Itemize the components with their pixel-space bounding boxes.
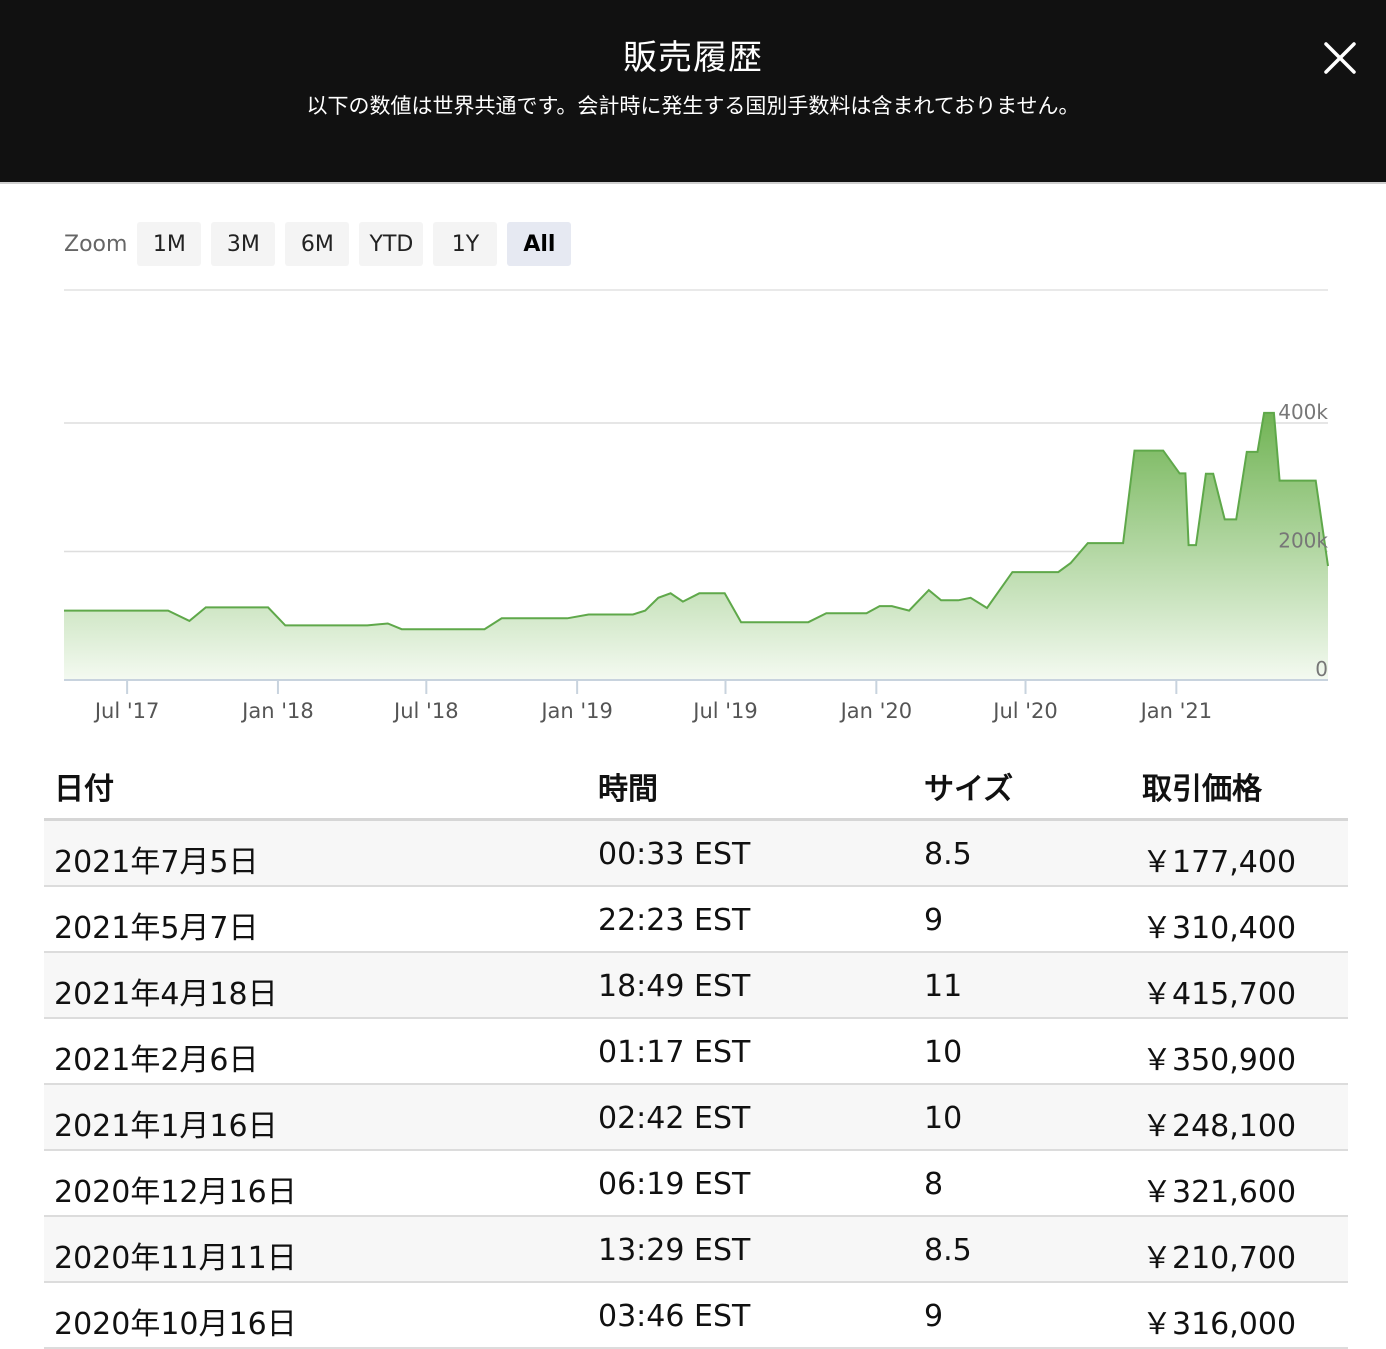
cell-size: 9 bbox=[924, 903, 944, 938]
zoom-6m-button[interactable]: 6M bbox=[285, 222, 350, 266]
cell-price: ￥321,600 bbox=[1142, 1175, 1297, 1210]
x-tick-label: Jan '21 bbox=[1139, 699, 1213, 723]
zoom-3m-button[interactable]: 3M bbox=[211, 222, 276, 266]
cell-date: 2021年5月7日 bbox=[54, 911, 259, 946]
cell-time: 02:42 EST bbox=[598, 1101, 751, 1136]
table-header: 日付 時間 サイズ 取引価格 bbox=[44, 750, 1348, 821]
cell-time: 18:49 EST bbox=[598, 969, 751, 1004]
cell-time: 22:23 EST bbox=[598, 903, 751, 938]
zoom-1m-button[interactable]: 1M bbox=[137, 222, 202, 266]
table-row: 2020年11月11日 13:29 EST 8.5 ￥210,700 bbox=[44, 1217, 1348, 1283]
column-header-date: 日付 bbox=[54, 772, 114, 807]
cell-size: 8.5 bbox=[924, 837, 972, 872]
zoom-1y-button[interactable]: 1Y bbox=[433, 222, 498, 266]
cell-size: 10 bbox=[924, 1035, 963, 1070]
zoom-all-button[interactable]: All bbox=[507, 222, 572, 266]
cell-time: 01:17 EST bbox=[598, 1035, 751, 1070]
x-tick-label: Jul '17 bbox=[93, 699, 160, 723]
cell-time: 00:33 EST bbox=[598, 837, 751, 872]
cell-time: 06:19 EST bbox=[598, 1167, 751, 1202]
cell-date: 2020年10月16日 bbox=[54, 1307, 297, 1342]
cell-size: 9 bbox=[924, 1299, 944, 1334]
cell-price: ￥310,400 bbox=[1142, 911, 1297, 946]
table-row: 2021年4月18日 18:49 EST 11 ￥415,700 bbox=[44, 953, 1348, 1019]
cell-size: 10 bbox=[924, 1101, 963, 1136]
table-row: 2020年10月16日 03:46 EST 9 ￥316,000 bbox=[44, 1283, 1348, 1349]
cell-date: 2021年1月16日 bbox=[54, 1109, 278, 1144]
cell-date: 2021年4月18日 bbox=[54, 977, 278, 1012]
cell-date: 2021年7月5日 bbox=[54, 845, 259, 880]
y-tick-label: 0 bbox=[1315, 657, 1328, 681]
table-row: 2021年7月5日 00:33 EST 8.5 ￥177,400 bbox=[44, 821, 1348, 887]
cell-size: 8 bbox=[924, 1167, 944, 1202]
zoom-label: Zoom bbox=[64, 231, 128, 257]
cell-price: ￥350,900 bbox=[1142, 1043, 1297, 1078]
modal-header: 販売履歴 以下の数値は世界共通です。会計時に発生する国別手数料は含まれておりませ… bbox=[0, 0, 1386, 184]
column-header-size: サイズ bbox=[924, 772, 1014, 807]
cell-size: 11 bbox=[924, 969, 963, 1004]
table-row: 2021年1月16日 02:42 EST 10 ￥248,100 bbox=[44, 1085, 1348, 1151]
cell-date: 2021年2月6日 bbox=[54, 1043, 259, 1078]
x-tick-label: Jan '20 bbox=[839, 699, 913, 723]
cell-size: 8.5 bbox=[924, 1233, 972, 1268]
cell-date: 2020年11月11日 bbox=[54, 1241, 297, 1276]
y-tick-label: 400k bbox=[1278, 400, 1328, 424]
modal-title: 販売履歴 bbox=[623, 38, 763, 78]
column-header-time: 時間 bbox=[598, 772, 658, 807]
cell-time: 03:46 EST bbox=[598, 1299, 751, 1334]
price-area bbox=[64, 412, 1328, 680]
x-tick-label: Jan '18 bbox=[240, 699, 314, 723]
cell-time: 13:29 EST bbox=[598, 1233, 751, 1268]
zoom-ytd-button[interactable]: YTD bbox=[359, 222, 424, 266]
close-button[interactable] bbox=[1318, 36, 1362, 80]
zoom-controls: Zoom 1M 3M 6M YTD 1Y All bbox=[64, 222, 581, 266]
table-row: 2021年2月6日 01:17 EST 10 ￥350,900 bbox=[44, 1019, 1348, 1085]
table-body: 2021年7月5日 00:33 EST 8.5 ￥177,400 2021年5月7日 22… bbox=[44, 821, 1348, 1349]
x-tick-label: Jan '19 bbox=[539, 699, 613, 723]
cell-price: ￥248,100 bbox=[1142, 1109, 1297, 1144]
modal-subtitle: 以下の数値は世界共通です。会計時に発生する国別手数料は含まれておりません。 bbox=[306, 94, 1080, 118]
x-tick-label: Jul '19 bbox=[691, 699, 758, 723]
close-icon bbox=[1324, 42, 1356, 74]
y-tick-label: 200k bbox=[1278, 529, 1328, 553]
x-tick-label: Jul '20 bbox=[991, 699, 1058, 723]
cell-price: ￥177,400 bbox=[1142, 845, 1297, 880]
cell-date: 2020年12月16日 bbox=[54, 1175, 297, 1210]
cell-price: ￥316,000 bbox=[1142, 1307, 1297, 1342]
sales-history-chart[interactable]: Jul '17 Jan '18 Jul '18 Jan '19 Jul '19 Jan '… bbox=[0, 280, 1386, 740]
cell-price: ￥210,700 bbox=[1142, 1241, 1297, 1276]
column-header-price: 取引価格 bbox=[1142, 772, 1262, 807]
table-row: 2021年5月7日 22:23 EST 9 ￥310,400 bbox=[44, 887, 1348, 953]
table-row: 2020年12月16日 06:19 EST 8 ￥321,600 bbox=[44, 1151, 1348, 1217]
cell-price: ￥415,700 bbox=[1142, 977, 1297, 1012]
sales-table: 日付 時間 サイズ 取引価格 2021年7月5日 00:33 EST 8.5 ￥177… bbox=[44, 750, 1348, 1349]
x-tick-label: Jul '18 bbox=[392, 699, 459, 723]
